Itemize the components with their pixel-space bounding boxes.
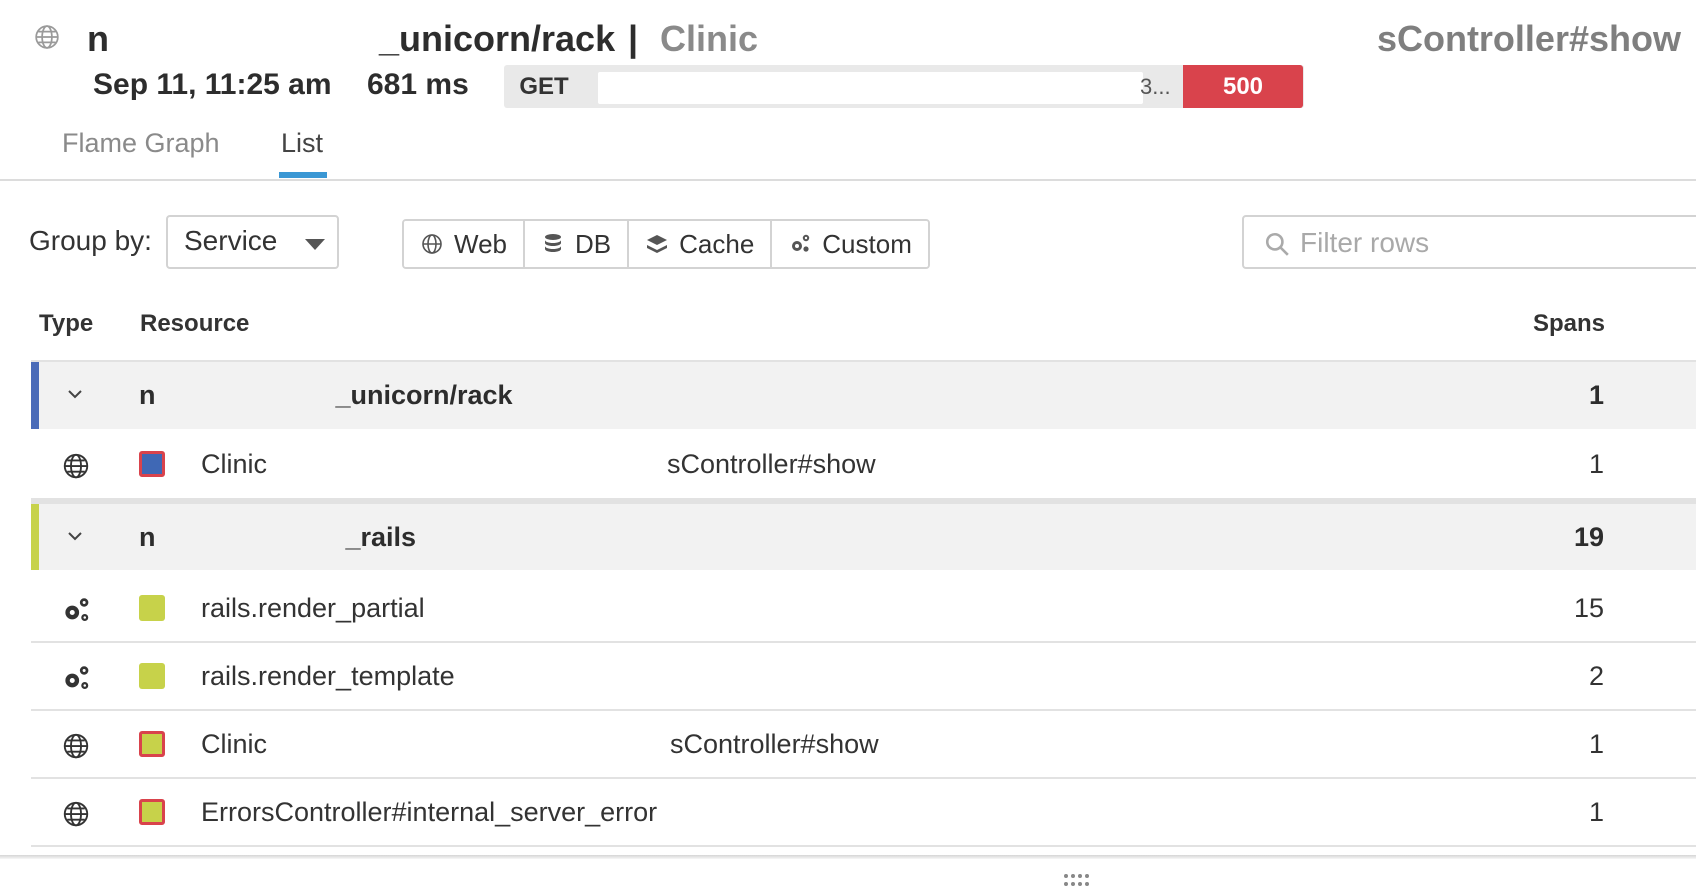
span-count: 15 — [1573, 593, 1604, 623]
tab-flame-graph[interactable]: Flame Graph — [62, 128, 220, 159]
table-row[interactable]: Clinic sController#show 1 — [31, 431, 1696, 500]
page-title-resource: Clinic — [660, 18, 759, 59]
tabs-divider — [0, 179, 1696, 181]
resource-name: Clinic sController#show — [201, 449, 876, 479]
resource-name: rails.render_template — [201, 661, 455, 691]
span-count: 1 — [1588, 380, 1604, 410]
table-row[interactable]: rails.render_template 2 — [31, 643, 1696, 711]
table-row[interactable]: ErrorsController#internal_server_error 1 — [31, 779, 1696, 847]
span-color-swatch — [139, 799, 165, 825]
column-header-type[interactable]: Type — [39, 310, 93, 338]
span-color-swatch — [139, 663, 165, 689]
service-color-stripe — [31, 504, 39, 570]
chevron-down-icon — [305, 239, 325, 250]
span-color-swatch — [139, 731, 165, 757]
active-tab-indicator — [279, 172, 327, 178]
service-name: n _rails — [139, 522, 417, 552]
gears-icon — [792, 234, 810, 252]
group-by-label: Group by: — [29, 225, 152, 256]
span-count: 1 — [1588, 449, 1604, 479]
resource-name: ErrorsController#internal_server_error — [201, 797, 658, 827]
chevron-down-icon[interactable] — [65, 384, 85, 404]
globe-icon — [422, 234, 442, 254]
table-row[interactable]: Clinic sController#show 1 — [31, 711, 1696, 779]
filter-web-label: Web — [454, 228, 507, 259]
span-count: 1 — [1588, 797, 1604, 827]
table-row[interactable]: rails.render_partial 15 — [31, 575, 1696, 643]
trace-date: Sep 11, 11:25 am — [93, 68, 332, 101]
request-url — [598, 72, 1143, 104]
filter-rows-input[interactable] — [1298, 222, 1682, 264]
search-icon — [1265, 232, 1289, 256]
type-filter-group: Web DB Cache Custom — [402, 219, 930, 269]
resource-name: rails.render_partial — [201, 593, 425, 623]
chevron-down-icon[interactable] — [65, 526, 85, 546]
service-name: n _unicorn/rack — [139, 380, 513, 410]
span-count: 19 — [1573, 522, 1604, 552]
database-icon — [545, 234, 561, 252]
filter-cache-button[interactable]: Cache — [629, 221, 773, 267]
filter-custom-button[interactable]: Custom — [772, 221, 928, 267]
layers-icon — [647, 235, 668, 253]
service-group-row[interactable]: n _rails 19 — [31, 500, 1696, 570]
service-color-stripe — [31, 362, 39, 429]
page-title-resource-suffix: sController#show — [1376, 18, 1681, 59]
gears-icon — [65, 598, 89, 621]
tab-list[interactable]: List — [281, 128, 323, 159]
span-color-swatch — [139, 595, 165, 621]
filter-web-button[interactable]: Web — [404, 221, 525, 267]
resize-bar[interactable] — [0, 859, 1696, 894]
globe-icon — [63, 453, 89, 479]
status-badge: 500 — [1183, 65, 1303, 108]
filter-cache-label: Cache — [679, 228, 755, 259]
drag-handle-icon[interactable] — [1062, 873, 1090, 887]
column-header-resource[interactable]: Resource — [140, 310, 249, 338]
service-group-row[interactable]: n _unicorn/rack 1 — [31, 360, 1696, 429]
title-separator: | — [628, 18, 639, 59]
globe-icon — [63, 733, 89, 759]
span-count: 2 — [1588, 661, 1604, 691]
filter-custom-label: Custom — [822, 228, 912, 259]
page-title-service: n _unicorn/rack — [87, 18, 616, 59]
globe-icon — [35, 25, 59, 49]
filter-db-button[interactable]: DB — [525, 221, 630, 267]
gears-icon — [65, 666, 89, 689]
request-url-ellipsis: 3... — [1140, 74, 1171, 99]
trace-duration: 681 ms — [367, 68, 469, 101]
http-method: GET — [519, 73, 569, 100]
filter-db-label: DB — [575, 228, 612, 259]
globe-icon — [63, 801, 89, 827]
span-count: 1 — [1588, 729, 1604, 759]
column-header-spans[interactable]: Spans — [1533, 310, 1605, 338]
group-by-value: Service — [184, 225, 278, 256]
span-color-swatch — [139, 451, 165, 477]
resource-name: Clinic sController#show — [201, 729, 879, 759]
